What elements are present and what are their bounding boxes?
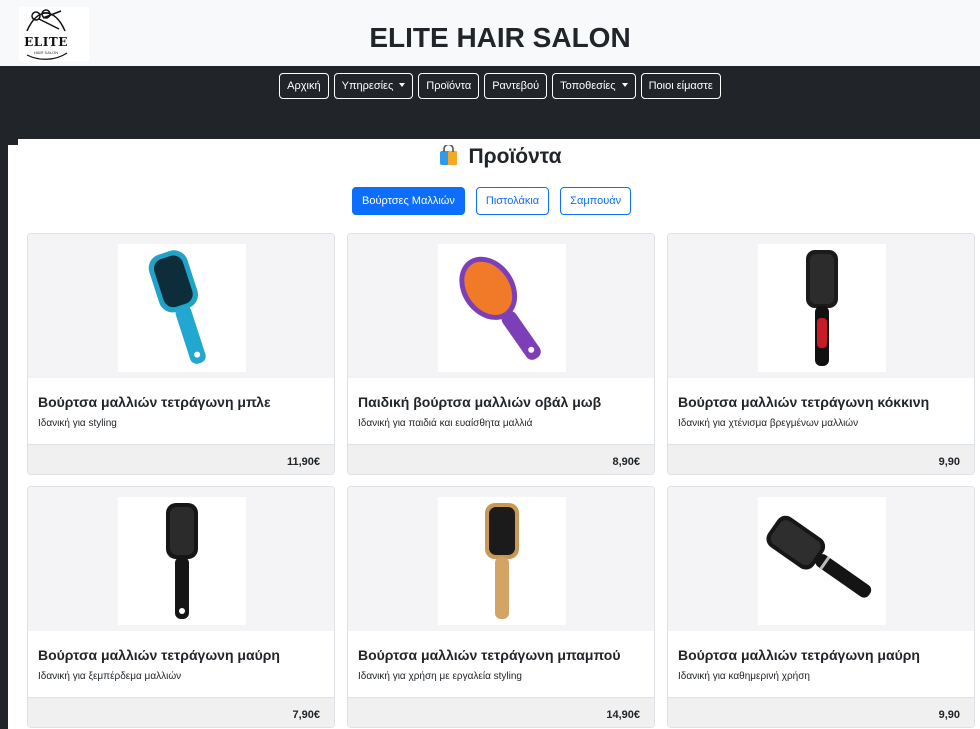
product-image-area — [28, 487, 334, 631]
product-description: Ιδανική για χρήση με εργαλεία styling — [358, 671, 522, 682]
product-card[interactable]: Βούρτσα μαλλιών τετράγωνη μαύρη Ιδανική … — [667, 486, 975, 728]
main-navbar: Αρχική Υπηρεσίες Προϊόντα Ραντεβού Τοποθ… — [0, 66, 980, 139]
product-title[interactable]: Βούρτσα μαλλιών τετράγωνη μαύρη — [38, 647, 280, 663]
bamboo-paddle-brush-icon — [438, 497, 566, 625]
caret-down-icon — [621, 83, 628, 87]
nav-item-label: Ραντεβού — [492, 80, 540, 92]
filter-hairdryers-button[interactable]: Πιστολάκια — [475, 187, 550, 215]
product-description: Ιδανική για ξεμπέρδεμα μαλλιών — [38, 671, 182, 682]
nav-item-about[interactable]: Ποιοι είμαστε — [640, 73, 721, 99]
shopping-bag-icon — [440, 145, 458, 165]
product-title[interactable]: Βούρτσα μαλλιών τετράγωνη κόκκινη — [678, 394, 929, 410]
product-card[interactable]: Βούρτσα μαλλιών τετράγωνη μπαμπού Ιδανικ… — [347, 486, 655, 728]
nav-item-label: Υπηρεσίες — [341, 80, 394, 92]
nav-item-services[interactable]: Υπηρεσίες — [333, 73, 414, 99]
nav-item-appointments[interactable]: Ραντεβού — [484, 73, 548, 99]
page-title-text: Προϊόντα — [468, 145, 562, 168]
product-footer: 11,90€ — [28, 444, 334, 474]
product-price: 9,90 — [938, 709, 960, 721]
nav-list: Αρχική Υπηρεσίες Προϊόντα Ραντεβού Τοποθ… — [0, 73, 980, 99]
product-footer: 9,90 — [668, 697, 974, 727]
product-image-area — [348, 234, 654, 378]
filter-shampoos-button[interactable]: Σαμπουάν — [560, 187, 632, 215]
product-footer: 8,90€ — [348, 444, 654, 474]
blue-paddle-brush-icon — [118, 244, 246, 372]
nav-item-label: Τοποθεσίες — [560, 80, 616, 92]
product-image-area — [668, 487, 974, 631]
nav-item-label: Ποιοι είμαστε — [648, 80, 713, 92]
site-title: ELITE HAIR SALON — [369, 22, 631, 53]
product-image-area — [348, 487, 654, 631]
product-card[interactable]: Παιδική βούρτσα μαλλιών οβάλ μωβ Ιδανική… — [347, 233, 655, 475]
nav-item-locations[interactable]: Τοποθεσίες — [552, 73, 636, 99]
nav-item-label: Αρχική — [287, 80, 321, 92]
left-border — [0, 139, 8, 729]
product-image-area — [668, 234, 974, 378]
product-image-area — [28, 234, 334, 378]
product-description: Ιδανική για παιδιά και ευαίσθητα μαλλιά — [358, 418, 533, 429]
product-footer: 9,90 — [668, 444, 974, 474]
purple-oval-brush-icon — [438, 244, 566, 372]
page-title: Προϊόντα — [0, 145, 980, 169]
product-title[interactable]: Βούρτσα μαλλιών τετράγωνη μπλε — [38, 394, 271, 410]
product-title[interactable]: Βούρτσα μαλλιών τετράγωνη μπαμπού — [358, 647, 621, 663]
product-description: Ιδανική για χτένισμα βρεγμένων μαλλιών — [678, 418, 859, 429]
product-price: 11,90€ — [286, 456, 320, 468]
black-tilted-brush-icon — [758, 497, 886, 625]
product-price: 9,90 — [938, 456, 960, 468]
product-price: 14,90€ — [606, 709, 640, 721]
product-footer: 14,90€ — [348, 697, 654, 727]
product-card[interactable]: Βούρτσα μαλλιών τετράγωνη κόκκινη Ιδανικ… — [667, 233, 975, 475]
nav-item-products[interactable]: Προϊόντα — [418, 73, 480, 99]
product-footer: 7,90€ — [28, 697, 334, 727]
site-header: ELITE HAIR SALON ELITE HAIR SALON — [0, 0, 980, 66]
nav-item-label: Προϊόντα — [426, 80, 472, 92]
product-price: 8,90€ — [612, 456, 640, 468]
product-title[interactable]: Βούρτσα μαλλιών τετράγωνη μαύρη — [678, 647, 920, 663]
product-card[interactable]: Βούρτσα μαλλιών τετράγωνη μαύρη Ιδανική … — [27, 486, 335, 728]
caret-down-icon — [399, 83, 406, 87]
product-title[interactable]: Παιδική βούρτσα μαλλιών οβάλ μωβ — [358, 394, 601, 410]
filter-hairbrushes-button[interactable]: Βούρτσες Μαλλιών — [352, 187, 465, 215]
nav-item-home[interactable]: Αρχική — [279, 73, 329, 99]
red-paddle-brush-icon — [758, 244, 886, 372]
product-description: Ιδανική για καθημερινή χρήση — [678, 671, 810, 682]
product-card[interactable]: Βούρτσα μαλλιών τετράγωνη μπλε Ιδανική γ… — [27, 233, 335, 475]
product-price: 7,90€ — [292, 709, 320, 721]
product-description: Ιδανική για styling — [38, 418, 117, 429]
black-paddle-brush-icon — [118, 497, 246, 625]
category-filters: Βούρτσες Μαλλιών Πιστολάκια Σαμπουάν — [352, 187, 632, 215]
